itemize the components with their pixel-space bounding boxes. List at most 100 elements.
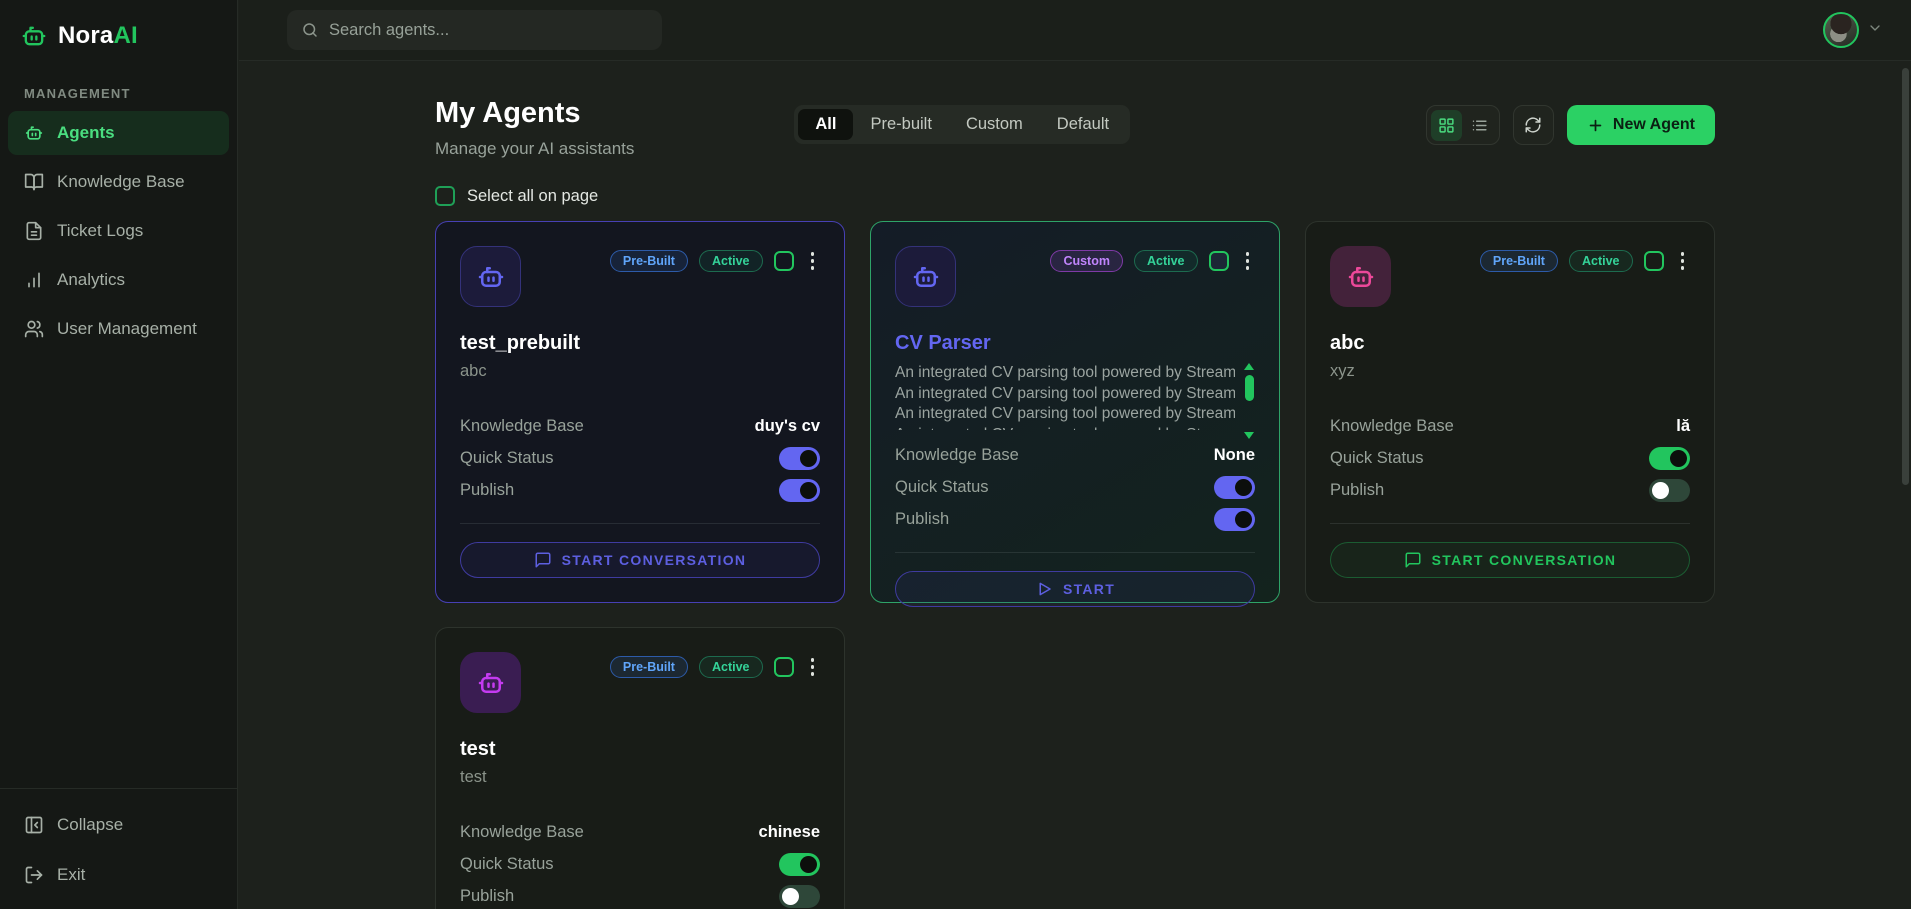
start-button[interactable]: START xyxy=(895,571,1255,607)
more-menu-icon[interactable] xyxy=(1240,248,1256,274)
sidebar-collapse-button[interactable]: Collapse xyxy=(8,803,229,847)
agent-card-abc[interactable]: Pre-Built Active abc xyz Knowledge Base … xyxy=(1305,221,1715,603)
quick-status-toggle[interactable] xyxy=(779,853,820,876)
brand-logo: NoraAI xyxy=(0,0,237,68)
card-select-checkbox[interactable] xyxy=(1209,251,1229,271)
publish-toggle[interactable] xyxy=(779,885,820,908)
quick-status-label: Quick Status xyxy=(460,449,554,468)
quick-status-toggle[interactable] xyxy=(779,447,820,470)
tab-pre-built[interactable]: Pre-built xyxy=(853,109,948,140)
quick-status-toggle[interactable] xyxy=(1649,447,1690,470)
select-all-checkbox[interactable] xyxy=(435,186,455,206)
chat-icon xyxy=(534,551,552,569)
search-input[interactable] xyxy=(329,21,648,40)
knowledge-base-value: lă xyxy=(1676,417,1690,436)
agent-card-test-prebuilt[interactable]: Pre-Built Active test_prebuilt abc Knowl… xyxy=(435,221,845,603)
publish-label: Publish xyxy=(1330,481,1384,500)
scroll-up-icon[interactable] xyxy=(1244,363,1254,370)
start-conversation-button[interactable]: START CONVERSATION xyxy=(460,542,820,578)
sidebar-item-ticket-logs[interactable]: Ticket Logs xyxy=(8,209,229,253)
bot-icon xyxy=(476,668,506,698)
refresh-button[interactable] xyxy=(1513,105,1554,145)
tab-custom[interactable]: Custom xyxy=(949,109,1040,140)
agent-name: test_prebuilt xyxy=(460,332,820,355)
bot-logo-icon xyxy=(20,22,48,50)
type-badge: Pre-Built xyxy=(1480,250,1558,272)
quick-status-label: Quick Status xyxy=(460,855,554,874)
agent-name: CV Parser xyxy=(895,332,1255,355)
publish-toggle[interactable] xyxy=(779,479,820,502)
tab-default[interactable]: Default xyxy=(1040,109,1126,140)
sidebar-item-knowledge-base[interactable]: Knowledge Base xyxy=(8,160,229,204)
tab-all[interactable]: All xyxy=(798,109,853,140)
knowledge-base-value: None xyxy=(1214,446,1255,465)
quick-status-label: Quick Status xyxy=(895,478,989,497)
status-badge: Active xyxy=(1134,250,1198,272)
list-icon xyxy=(1471,117,1488,134)
card-select-checkbox[interactable] xyxy=(1644,251,1664,271)
agent-card-cv-parser[interactable]: Custom Active CV Parser An integrated CV… xyxy=(870,221,1280,603)
more-menu-icon[interactable] xyxy=(1675,248,1691,274)
publish-toggle[interactable] xyxy=(1649,479,1690,502)
knowledge-base-label: Knowledge Base xyxy=(460,417,584,436)
bot-icon xyxy=(1346,262,1376,292)
page-title: My Agents xyxy=(435,97,634,130)
file-text-icon xyxy=(24,221,44,241)
type-badge: Pre-Built xyxy=(610,656,688,678)
agent-subtitle: test xyxy=(460,768,820,787)
publish-label: Publish xyxy=(460,481,514,500)
select-all-label: Select all on page xyxy=(467,187,598,206)
knowledge-base-value: duy's cv xyxy=(755,417,820,436)
search-icon xyxy=(301,21,319,39)
agent-card-test[interactable]: Pre-Built Active test test Knowledge Bas… xyxy=(435,627,845,909)
start-conversation-button[interactable]: START CONVERSATION xyxy=(1330,542,1690,578)
sidebar-item-agents[interactable]: Agents xyxy=(8,111,229,155)
page-scrollbar[interactable] xyxy=(1902,68,1909,485)
agent-avatar xyxy=(460,652,521,713)
plus-icon xyxy=(1587,117,1604,134)
new-agent-button[interactable]: New Agent xyxy=(1567,105,1715,145)
status-badge: Active xyxy=(1569,250,1633,272)
sidebar-item-user-management[interactable]: User Management xyxy=(8,307,229,351)
play-icon xyxy=(1035,580,1053,598)
scroll-thumb[interactable] xyxy=(1245,375,1254,401)
grid-view-button[interactable] xyxy=(1431,110,1462,141)
sidebar-item-analytics[interactable]: Analytics xyxy=(8,258,229,302)
more-menu-icon[interactable] xyxy=(805,654,821,680)
knowledge-base-label: Knowledge Base xyxy=(460,823,584,842)
agent-avatar xyxy=(895,246,956,307)
sidebar: NoraAI MANAGEMENT Agents Knowledge Base … xyxy=(0,0,238,909)
list-view-button[interactable] xyxy=(1464,110,1495,141)
users-icon xyxy=(24,319,44,339)
type-badge: Custom xyxy=(1050,250,1123,272)
scroll-down-icon[interactable] xyxy=(1244,432,1254,439)
knowledge-base-value: chinese xyxy=(759,823,820,842)
publish-toggle[interactable] xyxy=(1214,508,1255,531)
agent-avatar xyxy=(1330,246,1391,307)
bar-chart-icon xyxy=(24,270,44,290)
chat-icon xyxy=(1404,551,1422,569)
bot-icon xyxy=(24,123,44,143)
brand-name: NoraAI xyxy=(58,22,138,50)
card-select-checkbox[interactable] xyxy=(774,251,794,271)
agent-avatar xyxy=(460,246,521,307)
agent-subtitle: xyz xyxy=(1330,362,1690,381)
more-menu-icon[interactable] xyxy=(805,248,821,274)
publish-label: Publish xyxy=(460,887,514,906)
refresh-icon xyxy=(1524,116,1542,134)
agent-subtitle: abc xyxy=(460,362,820,381)
agent-card-grid: Pre-Built Active test_prebuilt abc Knowl… xyxy=(435,221,1715,909)
bot-icon xyxy=(911,262,941,292)
agent-name: abc xyxy=(1330,332,1690,355)
book-open-icon xyxy=(24,172,44,192)
description-scrollbar[interactable] xyxy=(1243,363,1255,439)
chevron-down-icon[interactable] xyxy=(1867,20,1883,41)
card-select-checkbox[interactable] xyxy=(774,657,794,677)
search-box[interactable] xyxy=(287,10,662,50)
quick-status-toggle[interactable] xyxy=(1214,476,1255,499)
sidebar-exit-button[interactable]: Exit xyxy=(8,853,229,897)
knowledge-base-label: Knowledge Base xyxy=(1330,417,1454,436)
status-badge: Active xyxy=(699,656,763,678)
user-avatar[interactable] xyxy=(1823,12,1859,48)
topbar xyxy=(239,0,1911,61)
